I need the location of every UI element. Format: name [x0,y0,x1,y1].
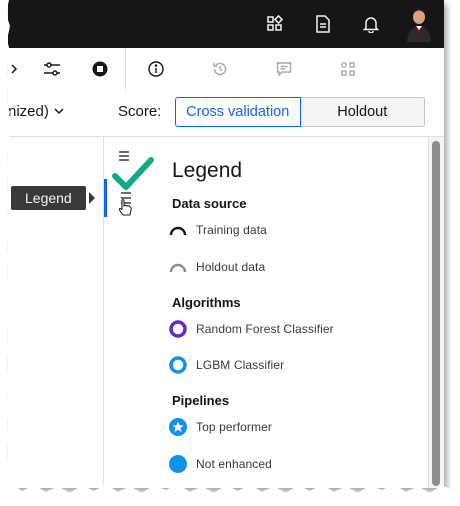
training-data-label: Training data [196,223,267,237]
app-window: nized) Score: Cross validation Holdout L… [8,0,444,488]
purple-ring-icon [168,319,188,339]
pipelines-heading: Pipelines [172,393,230,408]
legend-item-random-forest: Random Forest Classifier [168,319,334,339]
score-label: Score: [118,103,162,120]
random-forest-label: Random Forest Classifier [196,322,334,336]
legend-item-holdout-data: Holdout data [168,257,265,277]
blue-ring-icon [168,355,188,375]
comment-icon[interactable] [264,48,304,90]
settings-adjust-icon[interactable] [32,48,72,90]
holdout-data-arc-icon [168,257,188,277]
torn-edge-left [0,0,11,506]
filled-circle-icon [168,454,188,474]
holdout-data-label: Holdout data [196,260,266,274]
legend-tooltip: Legend [11,186,86,210]
star-icon [168,417,188,437]
top-header-bar [8,0,444,48]
apps-switcher-icon[interactable] [251,0,299,48]
torn-edge-bottom [0,484,460,506]
legend-title: Legend [172,159,243,182]
ranking-dropdown-value[interactable]: nized) [8,103,49,120]
score-controls: nized) Score: Cross validation Holdout [8,90,444,137]
info-icon[interactable] [136,48,176,90]
cross-validation-button[interactable]: Cross validation [175,97,301,127]
algorithms-heading: Algorithms [172,295,241,310]
top-performer-label: Top performer [196,420,272,434]
document-icon[interactable] [299,0,347,48]
legend-panel: Legend Data source Training data Holdout… [144,137,428,488]
legend-item-training-data: Training data [168,220,267,240]
legend-scrollbar[interactable] [428,137,444,488]
chevron-down-icon[interactable] [52,104,66,123]
toolbar-divider [125,48,126,90]
lgbm-label: LGBM Classifier [196,358,285,372]
scrollbar-thumb[interactable] [432,141,440,486]
holdout-button[interactable]: Holdout [300,97,425,127]
legend-item-lgbm: LGBM Classifier [168,355,284,375]
not-enhanced-label: Not enhanced [196,457,272,471]
stop-icon[interactable] [80,48,120,90]
training-data-arc-icon [168,220,188,240]
legend-item-top-performer: Top performer [168,417,272,437]
action-toolbar [8,48,444,91]
score-toggle: Cross validation Holdout [175,97,425,127]
hand-cursor-icon [118,199,132,222]
header-actions [251,0,443,48]
history-icon[interactable] [200,48,240,90]
data-source-heading: Data source [172,196,247,211]
apps-grid-icon[interactable] [328,48,368,90]
tooltip-caret [89,192,95,204]
notification-bell-icon[interactable] [347,0,395,48]
legend-item-not-enhanced: Not enhanced [168,454,272,474]
user-avatar[interactable] [395,0,443,48]
checkmark-icon [112,156,154,197]
